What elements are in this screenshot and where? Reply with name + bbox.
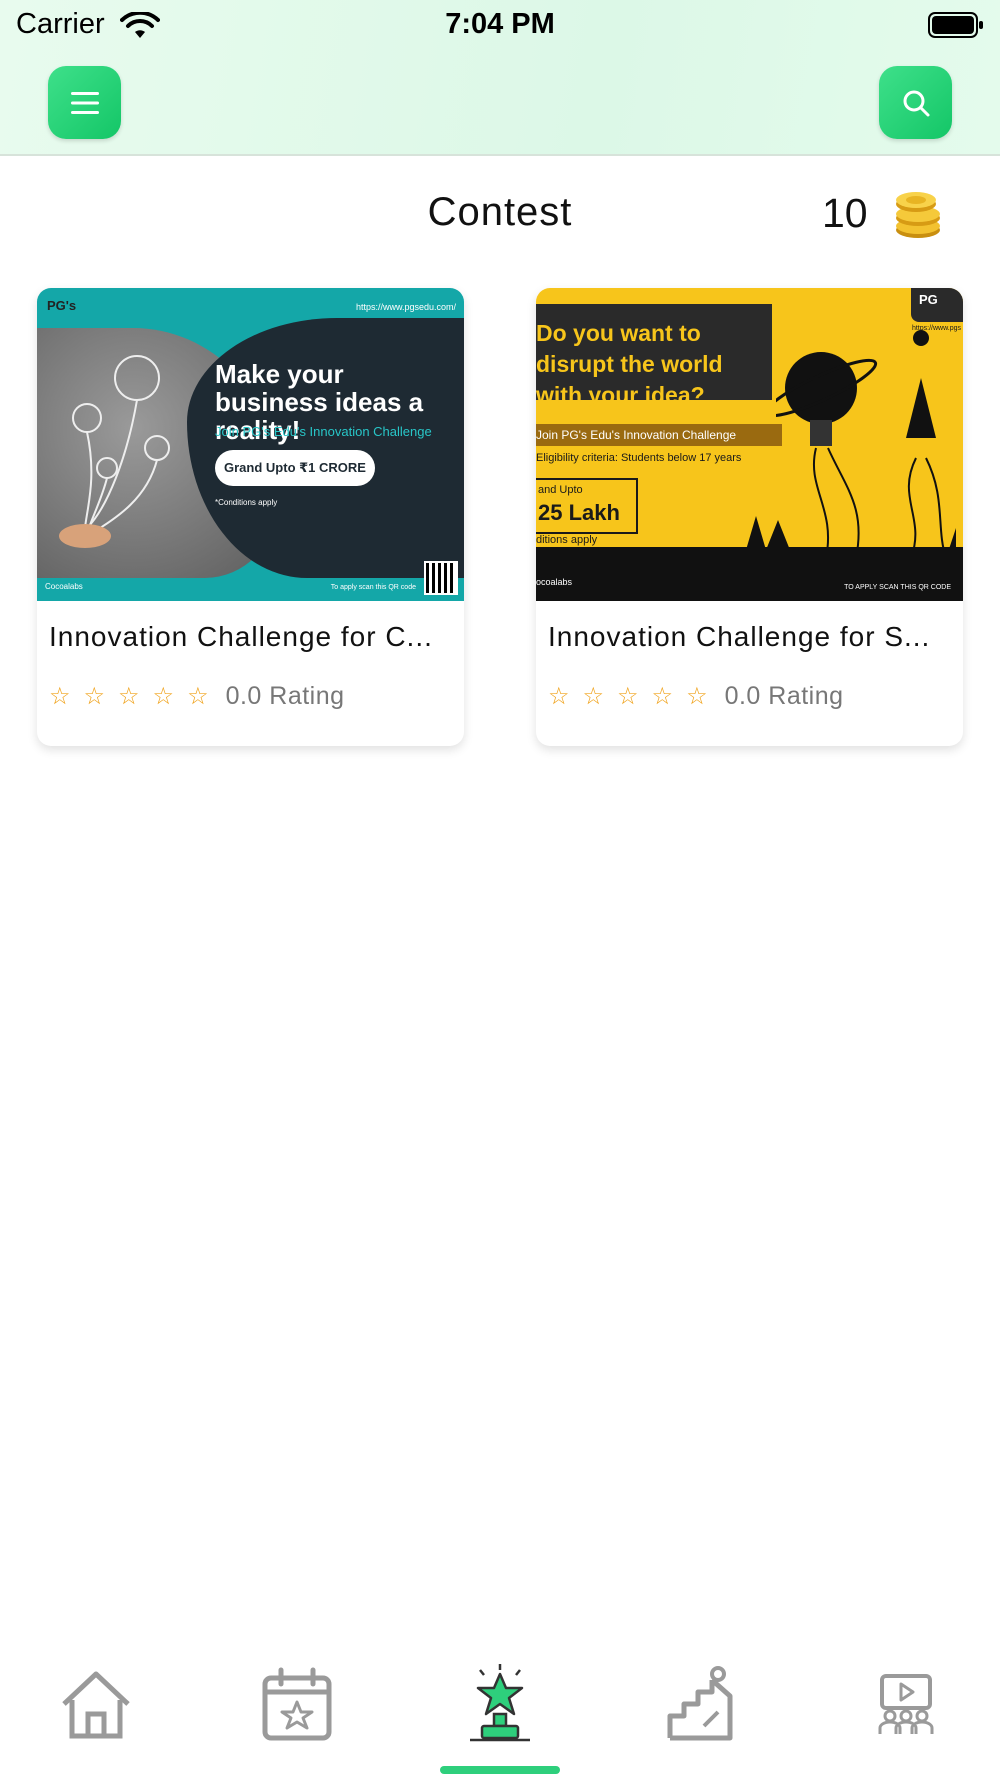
- banner-footer-right: TO APPLY SCAN THIS QR CODE: [844, 584, 951, 591]
- banner-conditions: ditions apply: [536, 534, 598, 546]
- contest-title: Innovation Challenge for S...: [548, 621, 931, 652]
- contest-title: Innovation Challenge for C...: [49, 621, 433, 652]
- banner-logo: PG: [911, 288, 963, 322]
- star-icon: ☆: [83, 683, 106, 710]
- star-icon: ☆: [617, 683, 639, 710]
- banner-prize-big: 25 Lakh: [538, 500, 620, 525]
- star-icon: ☆: [686, 683, 708, 710]
- banner-conditions: *Conditions apply: [215, 498, 278, 507]
- status-time: 7:04 PM: [445, 8, 555, 40]
- banner-footer-left: Cocoalabs: [45, 582, 83, 591]
- hamburger-icon: [70, 91, 99, 114]
- contest-banner-image[interactable]: Do you want to disrupt the world with yo…: [536, 288, 963, 601]
- ladder-icon: [667, 1666, 733, 1741]
- banner-footer-right: To apply scan this QR code: [330, 584, 416, 591]
- lightbulb-illustration: [59, 355, 170, 548]
- menu-button[interactable]: [48, 66, 121, 139]
- star-icon: ☆: [49, 683, 71, 710]
- trees-illustration: [746, 516, 790, 550]
- top-header: Carrier 7:04 PM: [0, 0, 1000, 156]
- contest-banner-image[interactable]: PG's https://www.pgsedu.com/ Make your b…: [37, 288, 464, 601]
- star-icon: ☆: [548, 683, 570, 710]
- rocket-bulb-illustration: [776, 330, 956, 558]
- tab-home[interactable]: [56, 1664, 136, 1744]
- trophy-icon: [470, 1664, 530, 1742]
- banner-prize-small: and Upto: [538, 484, 583, 496]
- search-icon: [903, 90, 929, 116]
- active-tab-indicator: [440, 1766, 560, 1774]
- rating-row: ☆ ☆ ☆ ☆ ☆ 0.0 Rating: [49, 682, 345, 711]
- star-icon: ☆: [118, 683, 140, 710]
- contest-card[interactable]: PG's https://www.pgsedu.com/ Make your b…: [37, 288, 464, 746]
- tab-contest[interactable]: [460, 1664, 540, 1744]
- banner-logo: PG's: [47, 298, 77, 313]
- tab-events[interactable]: [257, 1664, 337, 1744]
- search-button[interactable]: [879, 66, 952, 139]
- home-icon: [62, 1671, 130, 1739]
- qr-code-icon: [424, 561, 458, 595]
- banner-footer-left: ocoalabs: [536, 577, 573, 587]
- rating-row: ☆ ☆ ☆ ☆ ☆ 0.0 Rating: [548, 682, 844, 711]
- bottom-tab-bar: [0, 1660, 1000, 1778]
- tab-growth[interactable]: [662, 1664, 742, 1744]
- coins-icon[interactable]: [888, 186, 944, 242]
- calendar-star-icon: [262, 1667, 332, 1741]
- banner-headline: Do you want to disrupt the world with yo…: [536, 320, 723, 408]
- coin-count: 10: [822, 190, 868, 236]
- rating-text: 0.0 Rating: [225, 682, 345, 710]
- banner-prize-box: and Upto 25 Lakh: [536, 478, 638, 534]
- tab-videos[interactable]: [866, 1664, 946, 1744]
- video-classroom-icon: [878, 1674, 934, 1734]
- banner-url: https://www.pgs: [911, 325, 961, 332]
- rating-text: 0.0 Rating: [724, 682, 844, 710]
- star-icon: ☆: [651, 683, 674, 710]
- star-icon: ☆: [582, 683, 605, 710]
- battery-icon: [928, 12, 983, 38]
- banner-prize: Grand Upto ₹1 CRORE: [215, 450, 375, 486]
- banner-eligibility: Eligibility criteria: Students below 17 …: [536, 452, 742, 464]
- contest-card[interactable]: Do you want to disrupt the world with yo…: [536, 288, 963, 746]
- banner-subline: Join PG's Edu's Innovation Challenge: [215, 424, 432, 439]
- star-icon: ☆: [152, 683, 175, 710]
- star-icon: ☆: [187, 683, 209, 710]
- banner-subline: Join PG's Edu's Innovation Challenge: [536, 424, 782, 446]
- banner-url: https://www.pgsedu.com/: [355, 302, 456, 312]
